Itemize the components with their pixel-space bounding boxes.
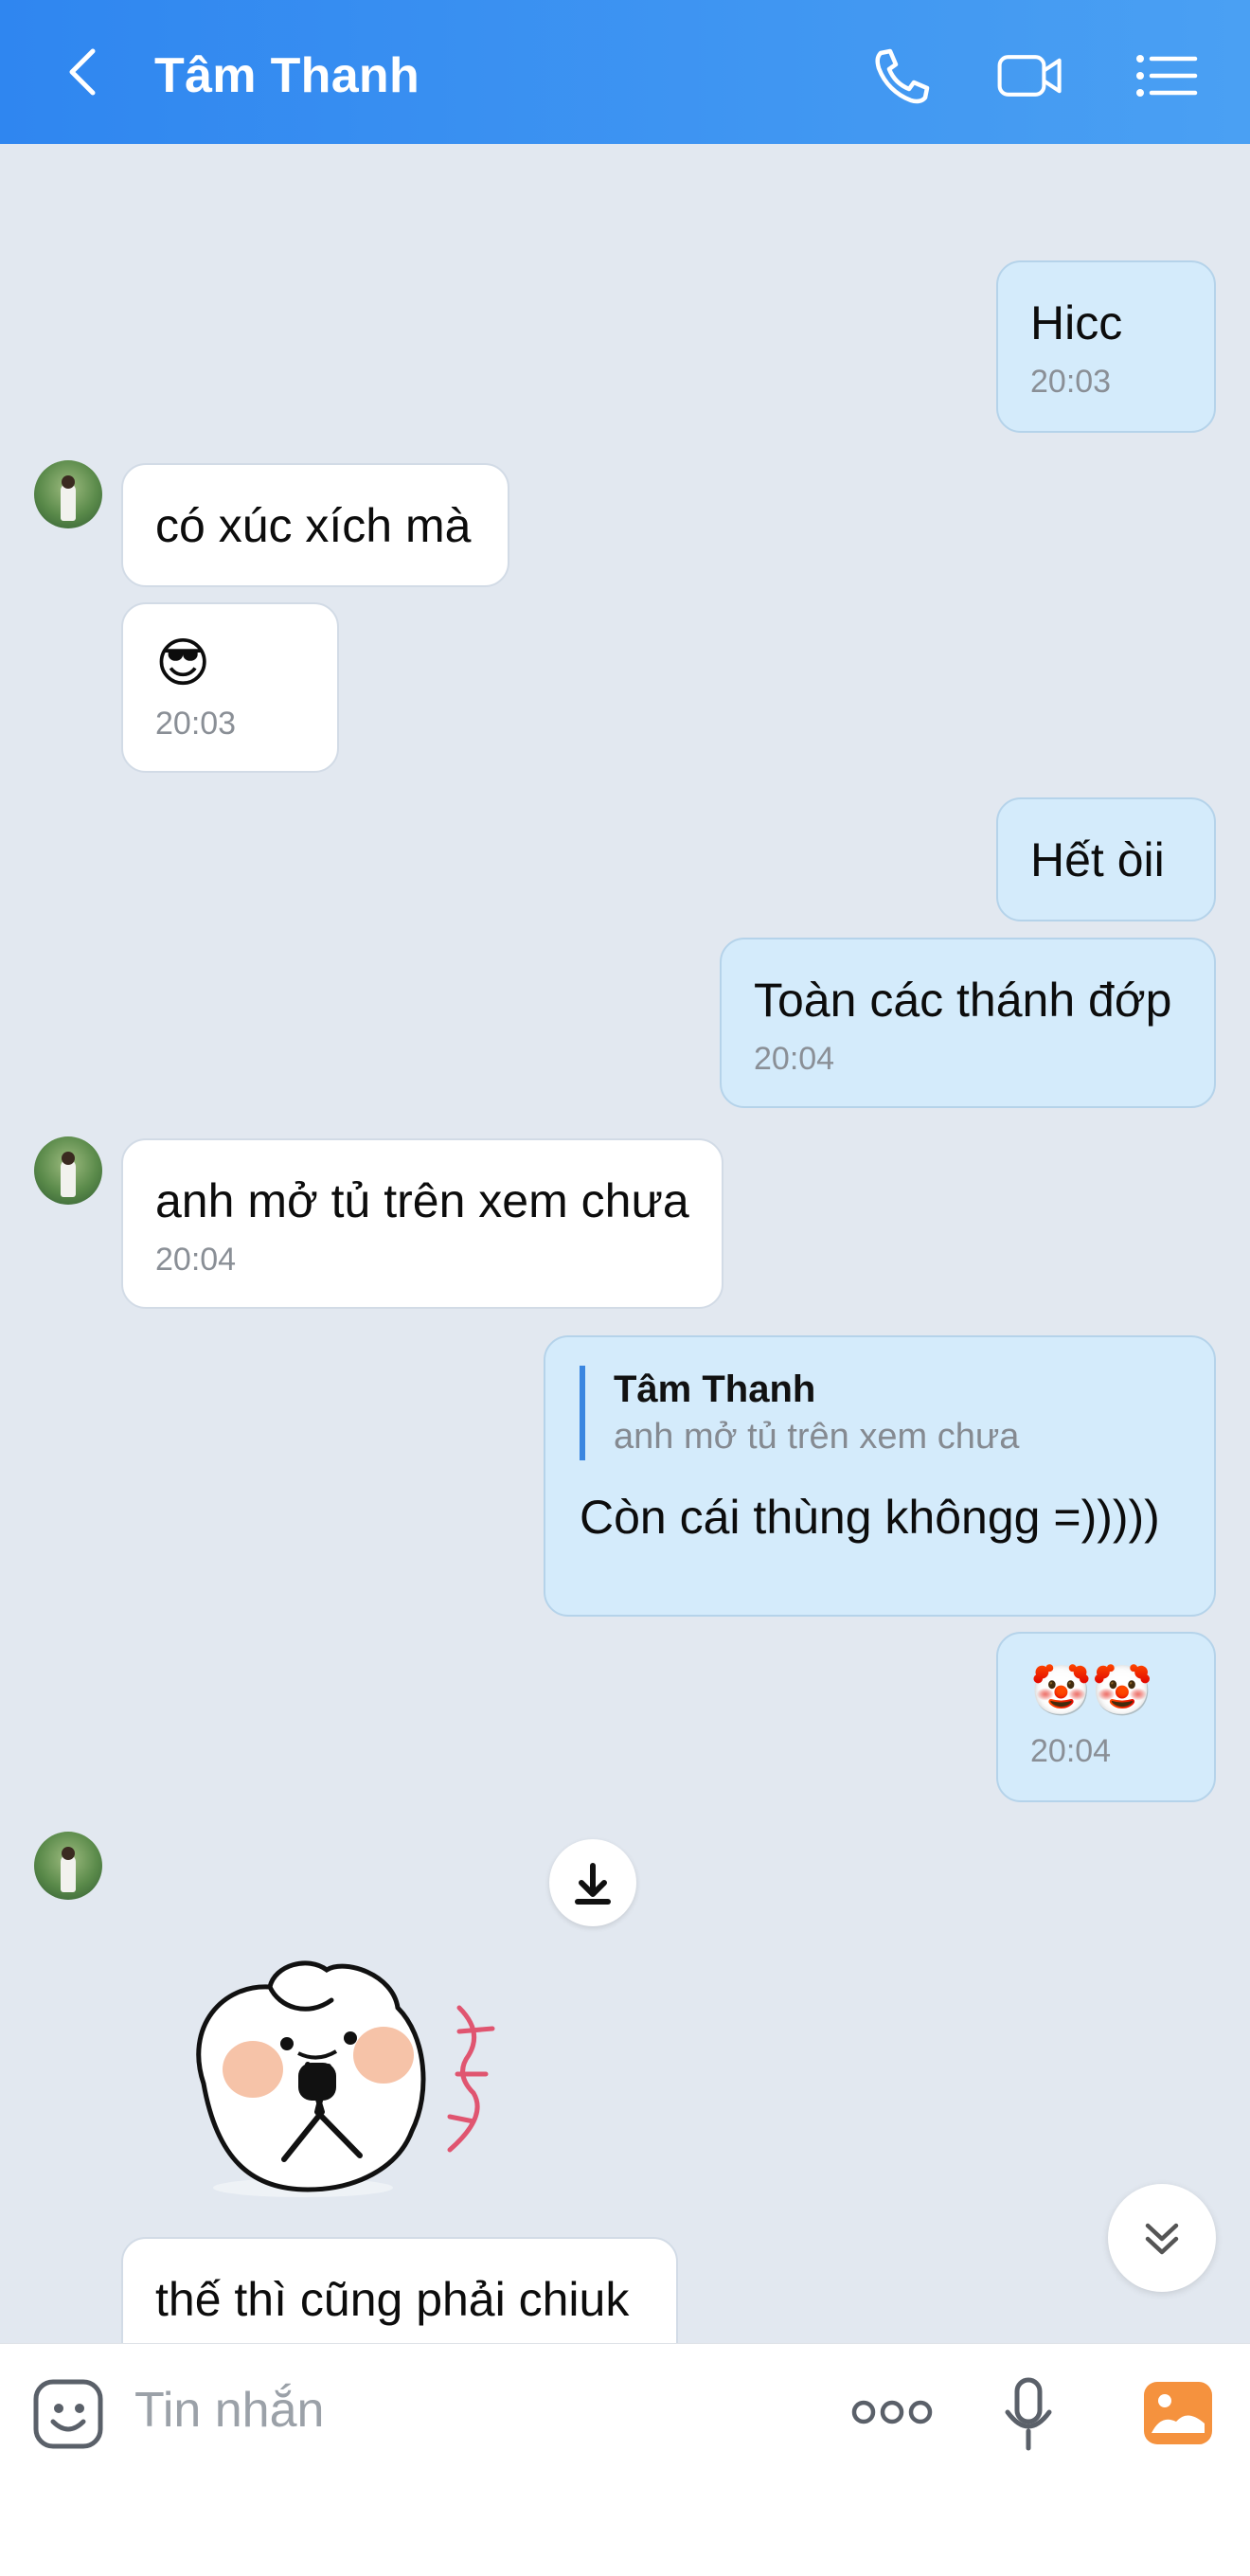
phone-icon[interactable] <box>867 44 936 108</box>
avatar[interactable] <box>34 1136 102 1205</box>
message-bubble-outgoing[interactable]: Hết òii <box>996 797 1216 921</box>
avatar[interactable] <box>34 460 102 528</box>
download-icon <box>575 1863 611 1905</box>
message-time: 20:04 <box>155 1242 237 1278</box>
quote-text: anh mở tủ trên xem chưa <box>614 1417 1020 1457</box>
image-gallery-icon[interactable] <box>1142 2380 1214 2446</box>
clown-emoji: 🤡🤡 <box>1030 1663 1153 1720</box>
message-bubble-outgoing[interactable]: 🤡🤡 20:04 <box>996 1632 1216 1802</box>
reply-quote[interactable]: Tâm Thanh anh mở tủ trên xem chưa <box>580 1366 1180 1460</box>
avatar[interactable] <box>34 1832 102 1900</box>
emoji-sticker-icon[interactable] <box>32 2378 104 2450</box>
message-time: 20:03 <box>155 706 237 742</box>
message-text: Hết òii <box>1030 833 1165 886</box>
sticker-image[interactable] <box>166 1941 511 2197</box>
message-time: 20:03 <box>1030 364 1112 400</box>
scroll-down-icon <box>1145 2223 1179 2255</box>
more-icon[interactable] <box>849 2393 935 2431</box>
message-input-bar: Tin nhắn <box>0 2343 1250 2576</box>
message-bubble-incoming[interactable]: anh mở tủ trên xem chưa 20:04 <box>121 1138 723 1309</box>
contact-name[interactable]: Tâm Thanh <box>154 47 420 104</box>
video-call-icon[interactable] <box>996 44 1064 108</box>
microphone-icon[interactable] <box>1000 2376 1057 2452</box>
message-input[interactable]: Tin nhắn <box>134 2382 324 2439</box>
quote-sender-name: Tâm Thanh <box>614 1368 816 1410</box>
message-text: có xúc xích mà <box>155 499 472 552</box>
back-arrow-icon[interactable] <box>57 44 114 100</box>
scroll-to-bottom-button[interactable] <box>1108 2184 1216 2292</box>
message-bubble-incoming[interactable]: 😎 20:03 <box>121 602 339 773</box>
sunglasses-emoji: 😎 <box>155 633 211 694</box>
message-bubble-incoming[interactable]: có xúc xích mà <box>121 463 509 587</box>
message-text: Còn cái thùng khôngg =))))) <box>580 1491 1160 1544</box>
message-time: 20:04 <box>754 1041 835 1077</box>
chat-header: Tâm Thanh <box>0 0 1250 144</box>
message-text: thế thì cũng phải chiuk <box>155 2273 630 2326</box>
message-bubble-outgoing[interactable]: Hicc 20:03 <box>996 260 1216 433</box>
menu-list-icon[interactable] <box>1133 44 1201 108</box>
message-text: Toàn các thánh đớp <box>754 974 1172 1027</box>
message-text: anh mở tủ trên xem chưa <box>155 1174 689 1227</box>
message-bubble-outgoing[interactable]: Toàn các thánh đớp 20:04 <box>720 938 1216 1108</box>
message-time: 20:04 <box>1030 1733 1112 1769</box>
message-bubble-outgoing-reply[interactable]: Tâm Thanh anh mở tủ trên xem chưa Còn cá… <box>544 1335 1216 1617</box>
download-button[interactable] <box>549 1839 636 1926</box>
message-text: Hicc <box>1030 296 1123 349</box>
